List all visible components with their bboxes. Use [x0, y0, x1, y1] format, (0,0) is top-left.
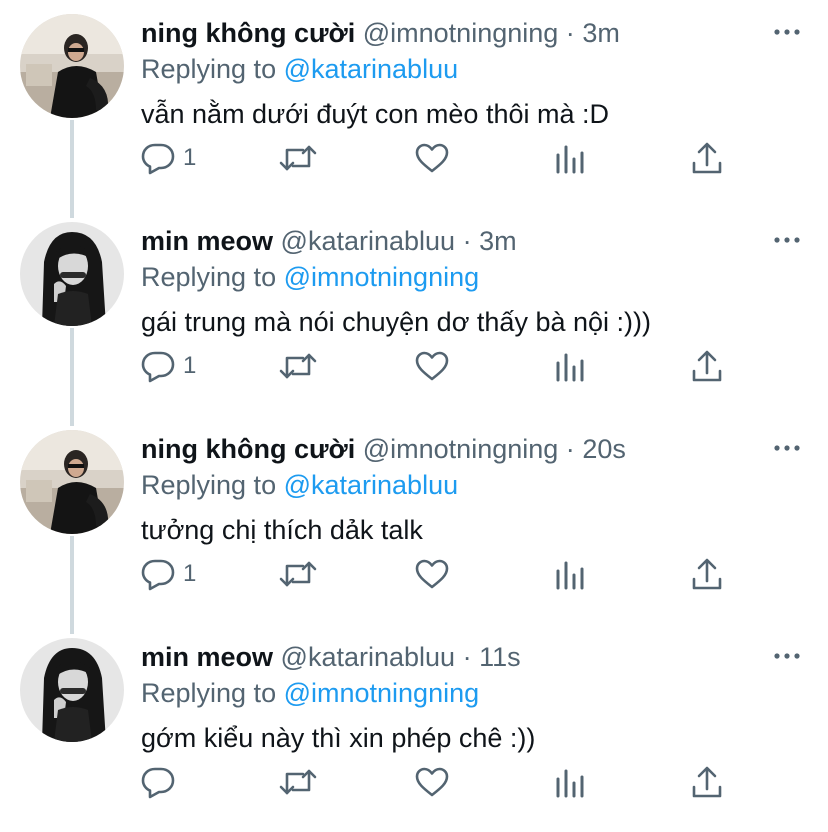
tweet-text: vẫn nằm dưới đuýt con mèo thôi mà :D — [141, 99, 609, 129]
username-handle[interactable]: @katarinabluu — [281, 642, 456, 672]
username-handle[interactable]: @imnotningning — [363, 18, 559, 48]
timestamp[interactable]: 3m — [582, 18, 620, 48]
share-upload-icon — [691, 141, 723, 175]
reply-button[interactable] — [141, 762, 183, 802]
heart-icon — [415, 349, 449, 383]
analytics-button[interactable] — [555, 346, 585, 386]
reply-bubble-icon — [141, 765, 175, 799]
like-button[interactable] — [415, 138, 449, 178]
analytics-button[interactable] — [555, 554, 585, 594]
replying-to-mention[interactable]: @imnotningning — [284, 262, 480, 292]
retweet-icon — [278, 141, 318, 175]
tweet[interactable]: ning không cười @imnotningning · 3m Repl… — [0, 0, 828, 208]
share-upload-icon — [691, 349, 723, 383]
tweet-header: min meow @katarinabluu · 3m — [141, 223, 517, 259]
reply-button[interactable]: 1 — [141, 138, 196, 178]
more-horizontal-icon[interactable] — [774, 438, 800, 458]
reply-count: 1 — [183, 144, 197, 171]
avatar[interactable] — [20, 14, 124, 118]
replying-to-label: Replying to — [141, 470, 284, 500]
share-button[interactable] — [691, 762, 723, 802]
username-handle[interactable]: @imnotningning — [363, 434, 559, 464]
like-button[interactable] — [415, 554, 449, 594]
analytics-icon — [555, 557, 585, 591]
display-name[interactable]: min meow — [141, 226, 273, 256]
tweet-text: gớm kiểu này thì xin phép chê :)) — [141, 723, 536, 753]
replying-to-label: Replying to — [141, 262, 284, 292]
retweet-icon — [278, 557, 318, 591]
share-button[interactable] — [691, 554, 723, 594]
analytics-button[interactable] — [555, 138, 585, 178]
separator-dot: · — [462, 642, 472, 672]
retweet-icon — [278, 349, 318, 383]
share-upload-icon — [691, 557, 723, 591]
heart-icon — [415, 141, 449, 175]
tweet-header: min meow @katarinabluu · 11s — [141, 639, 521, 675]
replying-to-label: Replying to — [141, 678, 284, 708]
replying-to-mention[interactable]: @imnotningning — [284, 678, 480, 708]
reply-count: 1 — [183, 560, 197, 587]
separator-dot: · — [565, 18, 575, 48]
retweet-button[interactable] — [278, 138, 318, 178]
replying-to: Replying to @katarinabluu — [141, 51, 458, 87]
separator-dot: · — [462, 226, 472, 256]
like-button[interactable] — [415, 346, 449, 386]
tweet-actions: 1 — [141, 554, 741, 594]
retweet-button[interactable] — [278, 762, 318, 802]
share-button[interactable] — [691, 346, 723, 386]
reply-bubble-icon — [141, 141, 175, 175]
share-button[interactable] — [691, 138, 723, 178]
tweet-text: tưởng chị thích dảk talk — [141, 515, 423, 545]
tweet[interactable]: min meow @katarinabluu · 11s Replying to… — [0, 624, 828, 832]
more-horizontal-icon[interactable] — [774, 22, 800, 42]
tweet-actions: 1 — [141, 138, 741, 178]
tweet[interactable]: min meow @katarinabluu · 3m Replying to … — [0, 208, 828, 416]
timestamp[interactable]: 20s — [582, 434, 626, 464]
more-horizontal-icon[interactable] — [774, 646, 800, 666]
like-button[interactable] — [415, 762, 449, 802]
avatar[interactable] — [20, 638, 124, 742]
analytics-button[interactable] — [555, 762, 585, 802]
reply-bubble-icon — [141, 557, 175, 591]
replying-to-mention[interactable]: @katarinabluu — [284, 54, 459, 84]
display-name[interactable]: ning không cười — [141, 434, 355, 464]
replying-to: Replying to @imnotningning — [141, 259, 479, 295]
retweet-button[interactable] — [278, 346, 318, 386]
analytics-icon — [555, 349, 585, 383]
replying-to-label: Replying to — [141, 54, 284, 84]
username-handle[interactable]: @katarinabluu — [281, 226, 456, 256]
avatar[interactable] — [20, 430, 124, 534]
retweet-icon — [278, 765, 318, 799]
avatar[interactable] — [20, 222, 124, 326]
analytics-icon — [555, 141, 585, 175]
replying-to-mention[interactable]: @katarinabluu — [284, 470, 459, 500]
replying-to: Replying to @imnotningning — [141, 675, 479, 711]
tweet-header: ning không cười @imnotningning · 3m — [141, 15, 620, 51]
heart-icon — [415, 557, 449, 591]
timestamp[interactable]: 11s — [479, 642, 521, 672]
display-name[interactable]: min meow — [141, 642, 273, 672]
tweet-actions: 1 — [141, 346, 741, 386]
retweet-button[interactable] — [278, 554, 318, 594]
reply-button[interactable]: 1 — [141, 346, 196, 386]
reply-button[interactable]: 1 — [141, 554, 196, 594]
display-name[interactable]: ning không cười — [141, 18, 355, 48]
replying-to: Replying to @katarinabluu — [141, 467, 458, 503]
separator-dot: · — [565, 434, 575, 464]
tweet-actions — [141, 762, 741, 802]
reply-thread: ning không cười @imnotningning · 3m Repl… — [0, 0, 828, 828]
timestamp[interactable]: 3m — [479, 226, 517, 256]
analytics-icon — [555, 765, 585, 799]
tweet-header: ning không cười @imnotningning · 20s — [141, 431, 626, 467]
share-upload-icon — [691, 765, 723, 799]
tweet-text: gái trung mà nói chuyện dơ thấy bà nội :… — [141, 307, 651, 337]
tweet[interactable]: ning không cười @imnotningning · 20s Rep… — [0, 416, 828, 624]
heart-icon — [415, 765, 449, 799]
reply-bubble-icon — [141, 349, 175, 383]
reply-count: 1 — [183, 352, 197, 379]
more-horizontal-icon[interactable] — [774, 230, 800, 250]
